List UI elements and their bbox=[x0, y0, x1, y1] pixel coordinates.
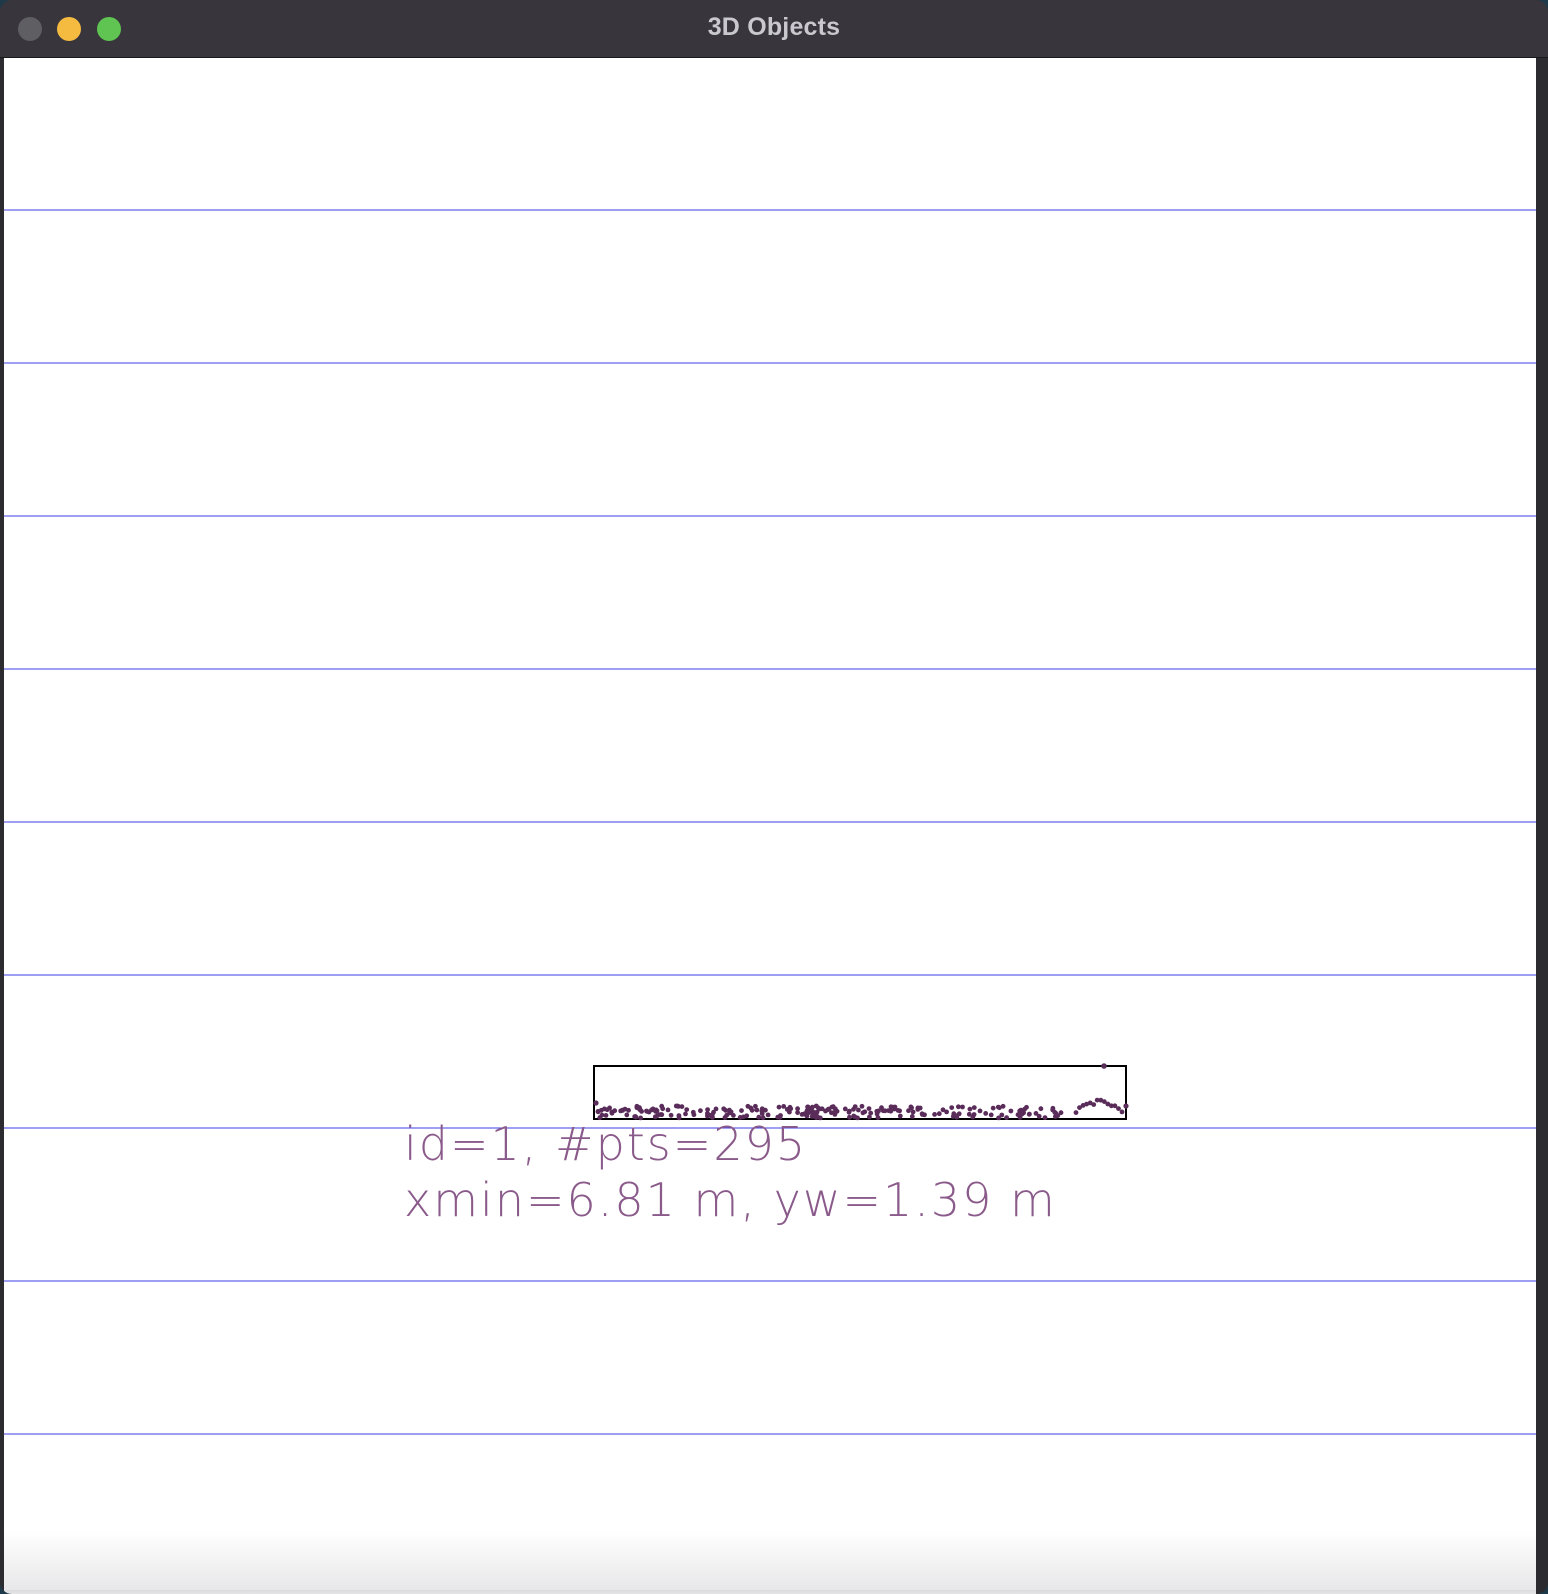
point bbox=[940, 1107, 946, 1113]
point bbox=[698, 1108, 703, 1114]
point bbox=[879, 1105, 884, 1111]
point bbox=[759, 1111, 765, 1116]
point bbox=[917, 1105, 923, 1111]
point bbox=[776, 1104, 782, 1110]
top-view-plot: id=1, #pts=295 xmin=6.81 m, yw=1.39 m bbox=[4, 209, 1536, 1435]
point bbox=[892, 1106, 897, 1112]
point bbox=[868, 1110, 874, 1116]
point bbox=[825, 1107, 831, 1113]
point bbox=[999, 1112, 1005, 1118]
point bbox=[897, 1108, 902, 1114]
point bbox=[1055, 1113, 1061, 1118]
point bbox=[956, 1104, 961, 1110]
object-1: id=1, #pts=295 xmin=6.81 m, yw=1.39 m bbox=[404, 1063, 1129, 1227]
point bbox=[866, 1106, 872, 1111]
point bbox=[1026, 1111, 1032, 1117]
point bbox=[1123, 1103, 1129, 1109]
point bbox=[936, 1111, 942, 1117]
point bbox=[809, 1114, 815, 1119]
point bbox=[754, 1107, 760, 1113]
point bbox=[1033, 1111, 1039, 1116]
point bbox=[910, 1109, 916, 1115]
point bbox=[977, 1108, 983, 1114]
point bbox=[784, 1107, 790, 1112]
point bbox=[1042, 1115, 1048, 1120]
app-window: 3D Objects id=1, #pts=295 xmin=6.81 m, y… bbox=[0, 0, 1548, 1594]
point bbox=[829, 1104, 835, 1110]
point bbox=[806, 1110, 812, 1115]
point bbox=[1073, 1110, 1079, 1115]
point bbox=[665, 1107, 671, 1113]
distance-grid-lines bbox=[4, 209, 1536, 1435]
point bbox=[983, 1111, 989, 1116]
point bbox=[860, 1110, 866, 1116]
point bbox=[644, 1109, 650, 1114]
point bbox=[995, 1104, 1001, 1110]
point bbox=[909, 1105, 914, 1111]
point bbox=[950, 1114, 956, 1119]
window-edge bbox=[1536, 58, 1548, 1594]
point bbox=[852, 1104, 858, 1109]
point bbox=[609, 1109, 615, 1115]
point bbox=[988, 1112, 994, 1118]
point bbox=[739, 1108, 744, 1113]
point bbox=[675, 1103, 680, 1109]
point bbox=[1019, 1111, 1025, 1117]
point bbox=[949, 1105, 955, 1110]
point bbox=[920, 1112, 925, 1117]
point bbox=[832, 1110, 837, 1115]
point bbox=[1101, 1063, 1107, 1069]
point bbox=[622, 1106, 628, 1112]
point bbox=[1024, 1104, 1029, 1110]
point bbox=[847, 1114, 852, 1120]
point bbox=[683, 1111, 688, 1117]
point bbox=[1091, 1102, 1097, 1107]
point bbox=[659, 1103, 665, 1109]
object-point-cloud bbox=[593, 1063, 1129, 1121]
point bbox=[855, 1115, 860, 1121]
point bbox=[595, 1109, 601, 1114]
point bbox=[684, 1107, 690, 1112]
point bbox=[805, 1104, 811, 1110]
object-label-id-points: id=1, #pts=295 bbox=[404, 1117, 807, 1171]
point bbox=[897, 1113, 903, 1119]
point bbox=[705, 1111, 710, 1116]
point bbox=[1119, 1109, 1125, 1115]
point bbox=[814, 1114, 820, 1119]
point bbox=[1000, 1103, 1006, 1109]
point bbox=[859, 1103, 865, 1109]
point bbox=[634, 1105, 640, 1111]
point bbox=[1004, 1115, 1009, 1120]
point bbox=[748, 1105, 754, 1111]
point bbox=[966, 1111, 972, 1117]
point bbox=[874, 1111, 880, 1117]
point bbox=[816, 1106, 822, 1112]
point bbox=[795, 1106, 800, 1112]
object-view-canvas: id=1, #pts=295 xmin=6.81 m, yw=1.39 m bbox=[4, 58, 1536, 1590]
point bbox=[593, 1100, 599, 1106]
object-label-distance-width: xmin=6.81 m, yw=1.39 m bbox=[404, 1173, 1057, 1227]
point bbox=[842, 1106, 848, 1112]
point bbox=[653, 1107, 659, 1113]
point bbox=[932, 1112, 937, 1117]
point bbox=[971, 1112, 977, 1117]
point bbox=[990, 1105, 996, 1111]
point bbox=[639, 1109, 644, 1114]
window-title: 3D Objects bbox=[707, 13, 841, 41]
point bbox=[960, 1104, 965, 1110]
point bbox=[727, 1110, 732, 1116]
point bbox=[1038, 1106, 1044, 1112]
point bbox=[971, 1105, 977, 1110]
point bbox=[759, 1106, 765, 1112]
point bbox=[1116, 1106, 1121, 1111]
point bbox=[602, 1106, 607, 1112]
point bbox=[909, 1114, 915, 1119]
point bbox=[967, 1106, 973, 1112]
point bbox=[846, 1109, 852, 1115]
point bbox=[1008, 1108, 1014, 1114]
title-bar[interactable]: 3D Objects bbox=[0, 0, 1548, 58]
